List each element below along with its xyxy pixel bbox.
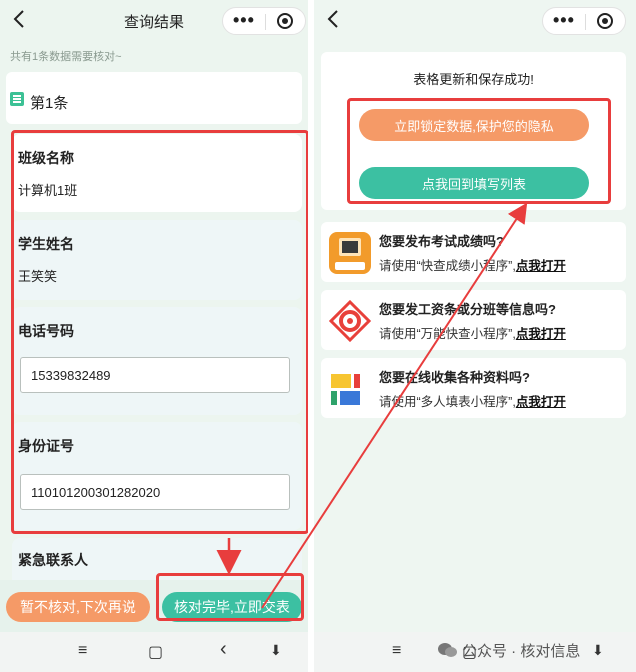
back-button[interactable] (322, 7, 346, 31)
nav-bar: ••• (314, 0, 636, 40)
promo-desc-text: 请使用“快查成绩小程序”, (379, 259, 516, 273)
open-link[interactable]: 点我打开 (516, 327, 566, 341)
promo-title: 您要发布考试成绩吗? (379, 234, 504, 249)
success-message: 表格更新和保存成功! (413, 72, 534, 87)
field-value: 王笑笑 (18, 269, 58, 284)
field-student-name: 学生姓名 王笑笑 (12, 220, 302, 300)
more-icon[interactable]: ••• (233, 10, 255, 31)
field-label: 班级名称 (18, 150, 74, 166)
menu-icon[interactable]: ≡ (78, 642, 87, 660)
nav-bar: 查询结果 ••• (0, 0, 308, 40)
promo-title: 您要发工资条或分班等信息吗? (379, 302, 556, 317)
close-target-icon[interactable] (597, 13, 613, 29)
later-button[interactable]: 暂不核对,下次再说 (6, 592, 150, 622)
field-label: 学生姓名 (18, 236, 74, 252)
multi-form-icon (331, 374, 360, 405)
promo-desc-text: 请使用“万能快查小程序”, (379, 327, 516, 341)
exam-query-icon (329, 232, 371, 274)
universal-query-icon (329, 300, 371, 342)
save-success-screen: ••• 表格更新和保存成功! 立即锁定数据,保护您的隐私 点我回到填写列表 您要… (314, 0, 636, 672)
bottom-action-bar: 暂不核对,下次再说 核对完毕,立即交表 (0, 580, 308, 632)
promo-title: 您要在线收集各种资料吗? (379, 370, 530, 385)
system-nav-bar: ≡ ▢ ‹ ⬇ (0, 632, 308, 672)
record-count-notice: 共有1条数据需要核对~ (10, 51, 122, 63)
field-class-name: 班级名称 计算机1班 (12, 134, 302, 212)
list-icon (10, 92, 24, 106)
field-phone: 电话号码 (12, 307, 302, 415)
mini-program-capsule: ••• (222, 7, 306, 35)
id-card-input[interactable] (20, 474, 290, 510)
mini-program-capsule: ••• (542, 7, 626, 35)
chevron-left-icon (327, 10, 338, 28)
back-to-list-button[interactable]: 点我回到填写列表 (359, 167, 589, 199)
field-label: 紧急联系人 (18, 552, 88, 568)
field-label: 电话号码 (18, 323, 74, 339)
open-link[interactable]: 点我打开 (516, 259, 566, 273)
more-icon[interactable]: ••• (553, 10, 575, 31)
home-icon[interactable]: ▢ (148, 642, 163, 662)
promo-desc: 请使用“多人填表小程序”,点我打开 (379, 391, 566, 410)
menu-icon[interactable]: ≡ (392, 642, 401, 660)
record-number: 第1条 (30, 95, 69, 112)
promo-exam-scores[interactable]: 您要发布考试成绩吗? 请使用“快查成绩小程序”,点我打开 (321, 222, 626, 282)
wechat-icon (438, 643, 457, 657)
success-card: 表格更新和保存成功! 立即锁定数据,保护您的隐私 点我回到填写列表 (321, 52, 626, 210)
field-id-card: 身份证号 (12, 422, 302, 530)
back-nav-icon[interactable]: ‹ (220, 638, 227, 661)
query-result-screen: 查询结果 ••• 共有1条数据需要核对~ 第1条 班级名称 计算机1班 学生姓名… (0, 0, 308, 672)
field-value: 计算机1班 (18, 183, 78, 198)
promo-desc: 请使用“万能快查小程序”,点我打开 (379, 323, 566, 342)
download-icon[interactable]: ⬇ (592, 642, 604, 659)
promo-collect-data[interactable]: 您要在线收集各种资料吗? 请使用“多人填表小程序”,点我打开 (321, 358, 626, 418)
field-label: 身份证号 (18, 438, 74, 454)
watermark-text: 公众号 · 核对信息 (462, 643, 581, 660)
close-target-icon[interactable] (277, 13, 293, 29)
capsule-divider (585, 14, 586, 30)
lock-data-button[interactable]: 立即锁定数据,保护您的隐私 (359, 109, 589, 141)
record-card-header: 第1条 (6, 72, 302, 124)
promo-desc: 请使用“快查成绩小程序”,点我打开 (379, 255, 566, 274)
open-link[interactable]: 点我打开 (516, 395, 566, 409)
watermark: 公众号 · 核对信息 (438, 640, 580, 661)
promo-desc-text: 请使用“多人填表小程序”, (379, 395, 516, 409)
promo-salary-info[interactable]: 您要发工资条或分班等信息吗? 请使用“万能快查小程序”,点我打开 (321, 290, 626, 350)
phone-input[interactable] (20, 357, 290, 393)
submit-button[interactable]: 核对完毕,立即交表 (162, 592, 302, 622)
download-icon[interactable]: ⬇ (270, 642, 282, 659)
capsule-divider (265, 14, 266, 30)
